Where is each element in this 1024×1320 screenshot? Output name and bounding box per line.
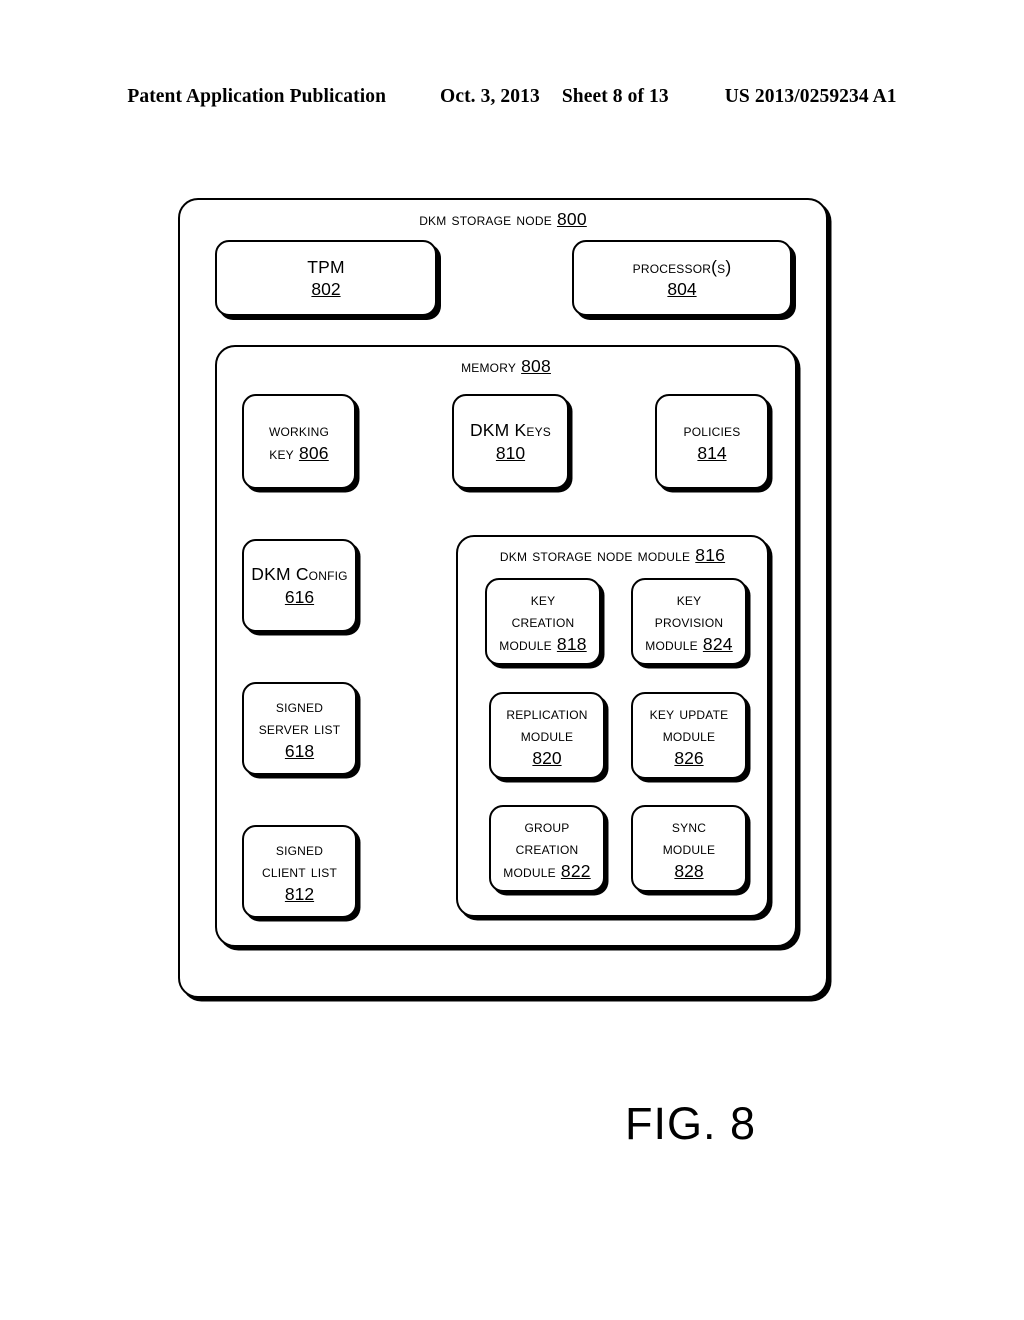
tpm-number: 802	[311, 279, 341, 299]
signed-client-list-number: 812	[284, 883, 315, 904]
memory-title: Memory 808	[217, 356, 795, 377]
signed-server-list-box: Signed Server List 618	[242, 682, 357, 775]
dkm-storage-node-module-title-number: 816	[695, 545, 726, 565]
group-creation-module-label-line2: Creation	[515, 838, 579, 859]
dkm-config-number: 616	[284, 586, 315, 607]
page-header: Patent Application Publication Oct. 3, 2…	[0, 86, 1024, 108]
group-creation-module-label-line1: Group	[524, 815, 570, 836]
dkm-storage-node-title-text: DKM Storage Node	[419, 209, 552, 229]
key-update-module-number: 826	[674, 747, 704, 768]
dkm-storage-node-module-title: DKM Storage Node Module 816	[458, 545, 767, 566]
signed-server-list-number: 618	[284, 740, 315, 761]
key-creation-module-box: Key Creation Module 818	[485, 578, 601, 665]
dkm-storage-node-module-container: DKM Storage Node Module 816 Key Creation…	[456, 535, 769, 917]
group-creation-module-label-line3: Module	[503, 860, 556, 881]
header-publication-title: Patent Application Publication	[127, 86, 387, 107]
tpm-box: TPM 802	[215, 240, 437, 316]
policies-label: Policies	[683, 420, 741, 441]
working-key-number: 806	[298, 442, 329, 463]
header-patent-number: US 2013/0259234 A1	[724, 86, 897, 107]
signed-server-list-label-line1: Signed	[275, 695, 324, 716]
dkm-keys-label: DKM Keys	[469, 420, 552, 441]
key-update-module-label-line2: Module	[662, 725, 716, 746]
working-key-label-line2: Key	[269, 442, 294, 463]
sync-module-box: Sync Module 828	[631, 805, 747, 892]
memory-title-number: 808	[521, 356, 551, 376]
working-key-label-line1: Working	[268, 420, 330, 441]
signed-client-list-box: Signed Client List 812	[242, 825, 357, 918]
signed-server-list-label-line2: Server List	[258, 718, 341, 739]
sync-module-label-line1: Sync	[671, 815, 707, 836]
signed-client-list-label-line2: Client List	[261, 861, 338, 882]
working-key-box: Working Key 806	[242, 394, 356, 489]
key-provision-module-label-line2: Provision	[654, 611, 724, 632]
memory-container: Memory 808 Working Key 806 DKM Keys 810 …	[215, 345, 797, 947]
sync-module-number: 828	[674, 860, 704, 881]
key-creation-module-label-line1: Key	[530, 588, 556, 609]
dkm-storage-node-title: DKM Storage Node 800	[180, 209, 826, 230]
dkm-storage-node-container: DKM Storage Node 800 TPM 802 Processor(s…	[178, 198, 828, 998]
policies-box: Policies 814	[655, 394, 769, 489]
tpm-label: TPM	[307, 256, 345, 277]
dkm-config-label: DKM Config	[251, 564, 348, 585]
dkm-storage-node-title-number: 800	[556, 209, 587, 229]
key-provision-module-box: Key Provision Module 824	[631, 578, 747, 665]
processors-label: Processor(s)	[632, 256, 732, 277]
group-creation-module-box: Group Creation Module 822	[489, 805, 605, 892]
group-creation-module-number: 822	[560, 860, 591, 881]
dkm-keys-number: 810	[495, 442, 526, 463]
key-update-module-box: Key Update Module 826	[631, 692, 747, 779]
processors-box: Processor(s) 804	[572, 240, 792, 316]
key-provision-module-label-line3: Module	[645, 633, 698, 654]
header-date: Oct. 3, 2013	[440, 86, 540, 107]
replication-module-number: 820	[532, 747, 562, 768]
sync-module-label-line2: Module	[662, 838, 716, 859]
header-sheet-number: Sheet 8 of 13	[561, 86, 669, 107]
key-creation-module-label-line3: Module	[499, 633, 552, 654]
dkm-storage-node-module-title-text: DKM Storage Node Module	[499, 545, 691, 565]
figure-caption: FIG. 8	[625, 1098, 757, 1149]
key-provision-module-label-line1: Key	[676, 588, 702, 609]
policies-number: 814	[697, 442, 727, 463]
key-creation-module-number: 818	[556, 633, 587, 654]
replication-module-label-line2: Module	[520, 725, 574, 746]
signed-client-list-label-line1: Signed	[275, 838, 324, 859]
key-update-module-label-line1: Key Update	[649, 702, 729, 723]
replication-module-box: Replication Module 820	[489, 692, 605, 779]
key-creation-module-label-line2: Creation	[511, 611, 575, 632]
dkm-config-box: DKM Config 616	[242, 539, 357, 632]
dkm-keys-box: DKM Keys 810	[452, 394, 569, 489]
memory-title-text: Memory	[461, 356, 517, 376]
key-provision-module-number: 824	[702, 633, 733, 654]
replication-module-label-line1: Replication	[506, 702, 588, 723]
processors-number: 804	[667, 279, 697, 299]
